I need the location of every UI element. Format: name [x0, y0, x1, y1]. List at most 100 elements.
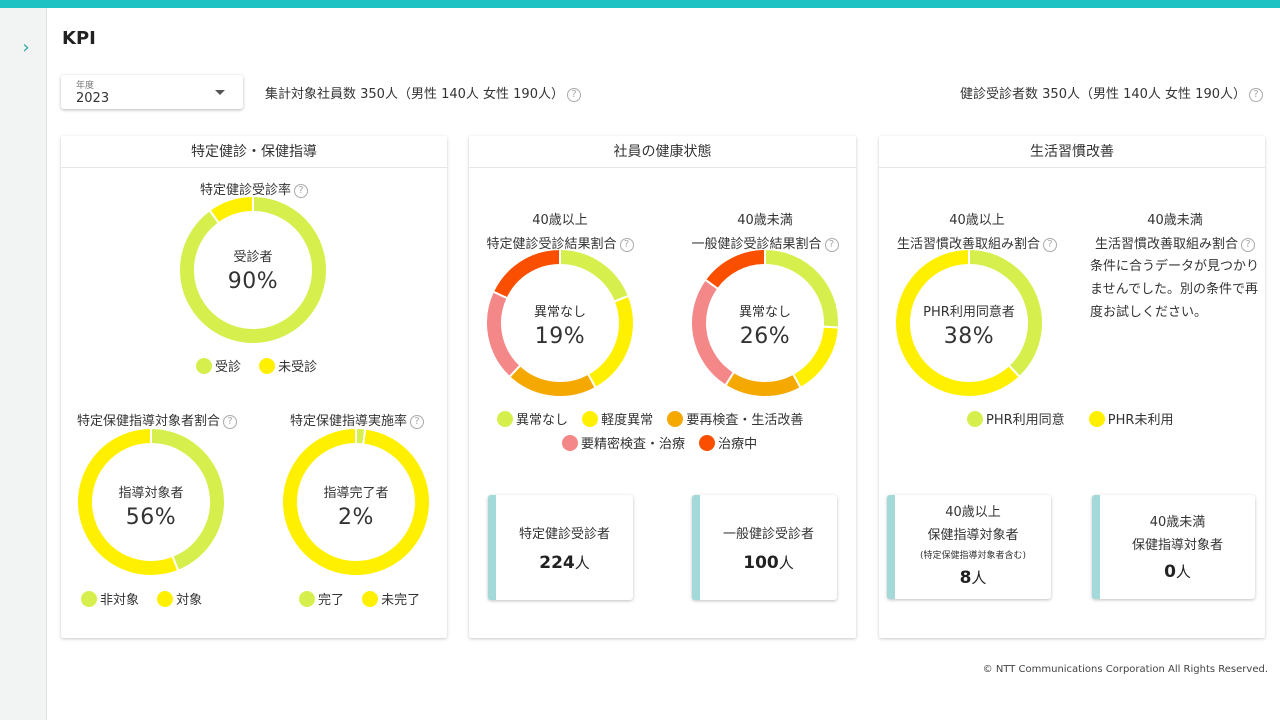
donut-lifestyle-over40: PHR利用同意者 38% [894, 247, 1044, 398]
legend-item[interactable]: 受診 [196, 356, 241, 375]
legend-label: PHR未利用 [1107, 413, 1174, 428]
stat-line1: 40歳以上 [945, 505, 1001, 520]
chart-title-line2: 生活習慣改善取組み割合 [1094, 237, 1238, 252]
legend-item[interactable]: PHR利用同意 [967, 409, 1065, 428]
donut-done: 指導完了者 2% [281, 426, 431, 577]
donut-segment-1[interactable] [559, 247, 631, 303]
sidebar-expand-chevron-icon[interactable]: › [18, 38, 34, 58]
donut-center-label: 指導対象者 [118, 486, 184, 501]
donut-segment-5[interactable] [491, 247, 561, 300]
legend-label: 受診 [215, 360, 242, 375]
sidebar: › [0, 8, 47, 720]
card-title: 社員の健康状態 [469, 136, 856, 168]
donut-segment-5[interactable] [703, 247, 766, 291]
chart-title-text: 特定保健指導対象者割合 [76, 414, 220, 429]
legend-item[interactable]: 要再検査・生活改善 [667, 409, 803, 428]
legend-label: 異常なし [516, 413, 569, 428]
legend-item[interactable]: 軽度異常 [582, 409, 653, 428]
donut-center-value: 19% [534, 324, 586, 349]
donut-segment-3[interactable] [723, 370, 803, 398]
legend-label: 非対象 [100, 593, 140, 608]
employee-count-summary: 集計対象社員数 350人（男性 140人 女性 190人）? [265, 83, 581, 102]
stat-sub: (特定保健指導対象者含む) [919, 551, 1027, 561]
legend-dot [497, 410, 513, 427]
help-icon[interactable]: ? [566, 88, 581, 102]
legend-item[interactable]: 未受診 [259, 356, 317, 375]
legend-label: 要精密検査・治療 [581, 437, 686, 452]
stat-value-row: 224人 [496, 552, 633, 573]
legend-item[interactable]: 非対象 [81, 589, 139, 608]
stat-line1: 40歳未満 [1149, 515, 1206, 530]
donut-center-value: 90% [227, 269, 279, 294]
help-icon[interactable]: ? [1241, 238, 1255, 252]
donut-target: 指導対象者 56% [76, 426, 226, 577]
legend-label: 未受診 [278, 360, 318, 375]
legend-item[interactable]: 要精密検査・治療 [562, 433, 685, 452]
stat-value-row: 100人 [700, 552, 837, 573]
donut-center-value: 56% [125, 505, 177, 530]
stat-label: 一般健診受診者 [722, 527, 814, 542]
donut-center-label: 異常なし [533, 305, 586, 320]
legend-lifestyle: PHR利用同意 PHR未利用 [967, 409, 1187, 431]
stat-unit: 人 [778, 554, 794, 572]
legend-dot [967, 410, 983, 427]
legend-dot [1088, 410, 1105, 427]
top-accent-bar [0, 0, 1280, 8]
legend-item[interactable]: 治療中 [699, 433, 757, 452]
legend-item[interactable]: 対象 [157, 589, 202, 608]
legend-label: 未完了 [381, 593, 421, 608]
stat-value: 100 [743, 553, 779, 573]
legend-dot [259, 357, 276, 374]
help-icon[interactable]: ? [223, 415, 237, 429]
donut-segment-3[interactable] [507, 363, 598, 398]
legend-item[interactable]: 異常なし [497, 409, 568, 428]
donut-center-label: 異常なし [738, 305, 791, 320]
stat-label: 特定健診受診者 [518, 527, 610, 542]
donut-center-label: 受診者 [233, 250, 273, 265]
stat-general-examinees: 一般健診受診者 100人 [692, 495, 837, 600]
year-select-label: 年度 [76, 81, 95, 91]
chart-title-lifestyle-under40: 40歳未満 生活習慣改善取組み割合? [1080, 209, 1270, 252]
legend-done: 完了 未完了 [299, 589, 434, 611]
help-icon[interactable]: ? [1249, 88, 1263, 102]
legend-health-row1: 異常なし 軽度異常 要再検査・生活改善 [497, 409, 817, 431]
legend-dot [582, 410, 599, 427]
legend-item[interactable]: 完了 [299, 589, 344, 608]
stat-line2: 保健指導対象者 [1131, 538, 1223, 553]
donut-segment-2[interactable] [208, 194, 254, 225]
legend-dot [299, 590, 315, 607]
chart-title-done: 特定保健指導実施率? [272, 410, 442, 429]
legend-dot [362, 590, 379, 607]
legend-label: 対象 [176, 593, 203, 608]
help-icon[interactable]: ? [1043, 238, 1057, 252]
caret-down-icon [215, 90, 225, 95]
legend-rate: 受診 未受診 [196, 356, 331, 378]
stat-value: 224 [539, 553, 575, 573]
stat-value-row: 0人 [1100, 561, 1255, 582]
stat-unit: 人 [971, 569, 987, 587]
legend-label: 要再検査・生活改善 [686, 413, 804, 428]
chart-title-line1: 40歳未満 [1147, 213, 1203, 228]
chart-title-target: 特定保健指導対象者割合? [62, 410, 252, 429]
employee-count-text: 集計対象社員数 350人（男性 140人 女性 190人） [265, 87, 564, 102]
donut-center-label: PHR利用同意者 [923, 305, 1015, 320]
stat-unit: 人 [574, 554, 590, 572]
help-icon[interactable]: ? [410, 415, 424, 429]
chart-title-text: 特定保健指導実施率 [289, 414, 407, 429]
copyright-footer: © NTT Communications Corporation All Rig… [982, 664, 1268, 675]
page-title: KPI [62, 28, 96, 49]
chart-title-line1: 40歳以上 [532, 213, 588, 228]
donut-center-label: 指導完了者 [323, 486, 389, 501]
legend-item[interactable]: 未完了 [362, 589, 420, 608]
legend-label: PHR利用同意 [986, 413, 1065, 428]
donut-center-value: 26% [739, 324, 791, 349]
year-select[interactable]: 年度 2023 [61, 75, 243, 109]
legend-dot [157, 590, 174, 607]
stat-value: 0 [1164, 562, 1176, 582]
legend-dot [699, 434, 716, 451]
legend-item[interactable]: PHR未利用 [1088, 409, 1174, 428]
donut-health-under40: 異常なし 26% [690, 247, 840, 398]
legend-label: 完了 [318, 593, 345, 608]
year-select-value: 2023 [76, 91, 110, 106]
chart-title-over40: 40歳以上 特定健診受診結果割合? [465, 209, 655, 252]
